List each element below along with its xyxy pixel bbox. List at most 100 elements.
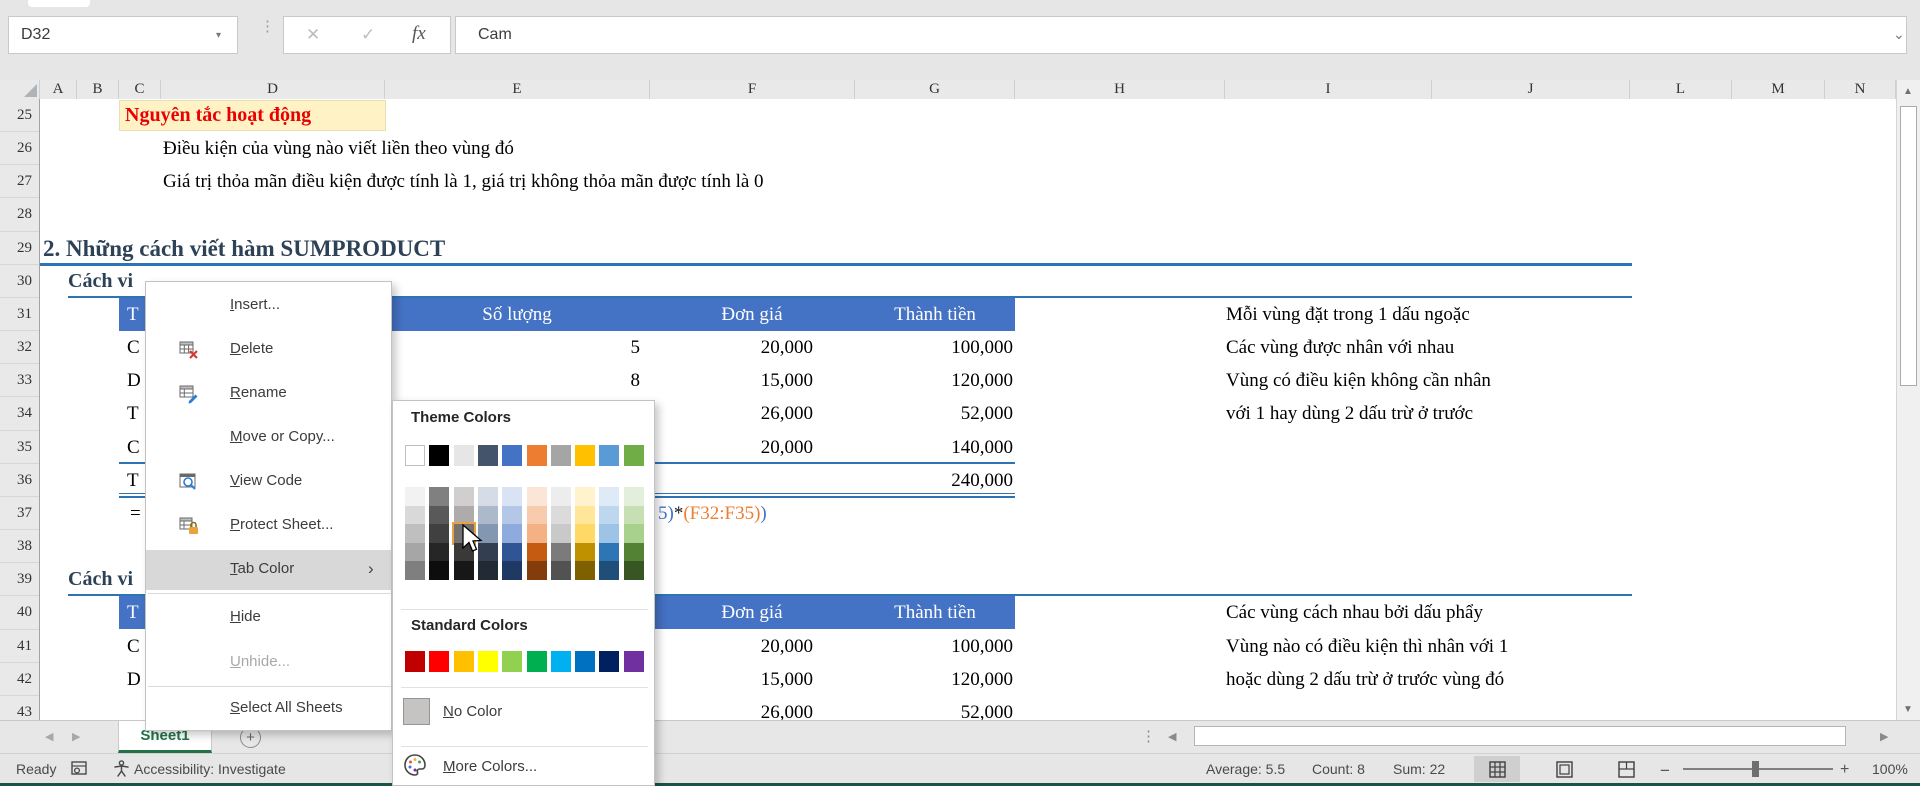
select-all-corner[interactable] [0, 80, 40, 99]
theme-color-swatch[interactable] [405, 445, 425, 466]
standard-color-swatch[interactable] [405, 651, 425, 672]
theme-variant-swatch[interactable] [575, 542, 596, 562]
column-header-F[interactable]: F [650, 80, 855, 99]
horizontal-scroll-thumb[interactable] [1194, 726, 1846, 746]
tab-nav-left-icon[interactable]: ◀ [45, 730, 53, 743]
row-header-39[interactable]: 39 [0, 563, 39, 597]
status-accessibility[interactable]: Accessibility: Investigate [134, 761, 286, 777]
theme-variant-swatch[interactable] [405, 487, 425, 506]
row-header-29[interactable]: 29 [0, 232, 39, 265]
column-header-E[interactable]: E [385, 80, 650, 99]
theme-variant-swatch[interactable] [599, 487, 620, 506]
scroll-up-icon[interactable]: ▲ [1903, 86, 1913, 97]
column-header-D[interactable]: D [161, 80, 385, 99]
menu-item-hide[interactable]: Hide [146, 598, 391, 638]
theme-variant-swatch[interactable] [453, 561, 474, 580]
column-header-C[interactable]: C [119, 80, 161, 99]
row-header-30[interactable]: 30 [0, 265, 39, 298]
row-header-42[interactable]: 42 [0, 663, 39, 696]
hscroll-right-icon[interactable]: ▶ [1880, 730, 1888, 743]
theme-variant-swatch[interactable] [526, 505, 547, 525]
zoom-level[interactable]: 100% [1872, 761, 1908, 777]
column-header-A[interactable]: A [40, 80, 77, 99]
theme-variant-swatch[interactable] [599, 524, 620, 543]
column-header-B[interactable]: B [77, 80, 119, 99]
theme-variant-swatch[interactable] [575, 505, 596, 525]
standard-color-swatch[interactable] [526, 651, 547, 672]
standard-color-swatch[interactable] [623, 651, 644, 672]
standard-color-swatch[interactable] [599, 651, 620, 672]
theme-variant-swatch[interactable] [502, 505, 523, 525]
theme-variant-swatch[interactable] [526, 542, 547, 562]
theme-variant-swatch[interactable] [453, 505, 474, 525]
row-header-32[interactable]: 32 [0, 331, 39, 365]
theme-variant-swatch[interactable] [429, 561, 450, 580]
vertical-scrollbar[interactable]: ▲ ▼ [1896, 80, 1920, 720]
theme-variant-swatch[interactable] [526, 561, 547, 580]
theme-variant-swatch[interactable] [502, 542, 523, 562]
insert-function-icon[interactable]: fx [412, 23, 426, 45]
theme-variant-swatch[interactable] [623, 542, 644, 562]
enter-icon[interactable]: ✓ [361, 25, 375, 45]
theme-variant-swatch[interactable] [575, 487, 596, 506]
theme-variant-swatch[interactable] [623, 505, 644, 525]
theme-variant-swatch[interactable] [599, 561, 620, 580]
more-colors-item[interactable]: More Colors... [443, 758, 537, 775]
theme-color-swatch[interactable] [477, 445, 498, 466]
row-header-33[interactable]: 33 [0, 364, 39, 398]
menu-item-rename[interactable]: Rename [146, 374, 391, 414]
hscroll-left-icon[interactable]: ◀ [1168, 730, 1176, 743]
theme-variant-swatch[interactable] [623, 487, 644, 506]
menu-item-protect-sheet[interactable]: Protect Sheet... [146, 506, 391, 546]
theme-color-swatch[interactable] [502, 445, 523, 466]
scroll-down-icon[interactable]: ▼ [1903, 704, 1913, 715]
row-header-40[interactable]: 40 [0, 596, 39, 630]
standard-color-swatch[interactable] [453, 651, 474, 672]
view-page-break-icon[interactable] [1618, 761, 1635, 778]
theme-color-swatch[interactable] [623, 445, 644, 466]
theme-variant-swatch[interactable] [599, 542, 620, 562]
row-header-43[interactable]: 43 [0, 696, 39, 720]
theme-color-swatch[interactable] [575, 445, 596, 466]
theme-variant-swatch[interactable] [405, 505, 425, 525]
theme-color-swatch[interactable] [429, 445, 450, 466]
theme-variant-swatch[interactable] [575, 561, 596, 580]
column-header-L[interactable]: L [1630, 80, 1732, 99]
accessibility-icon[interactable] [112, 759, 131, 778]
standard-color-swatch[interactable] [502, 651, 523, 672]
theme-variant-swatch[interactable] [429, 542, 450, 562]
name-box[interactable]: D32 [8, 16, 238, 54]
menu-item-move-or-copy[interactable]: Move or Copy... [146, 418, 391, 458]
menu-item-view-code[interactable]: View Code [146, 462, 391, 502]
theme-variant-swatch[interactable] [550, 505, 571, 525]
row-header-34[interactable]: 34 [0, 397, 39, 431]
menu-item-delete[interactable]: Delete [146, 330, 391, 370]
scrollbar-divider-grip-icon[interactable]: ⋮ [1141, 727, 1156, 745]
theme-variant-swatch[interactable] [599, 505, 620, 525]
theme-variant-swatch[interactable] [623, 524, 644, 543]
no-color-swatch[interactable] [403, 698, 430, 725]
row-header-41[interactable]: 41 [0, 630, 39, 663]
theme-color-swatch[interactable] [453, 445, 474, 466]
theme-variant-swatch[interactable] [429, 487, 450, 506]
row-header-36[interactable]: 36 [0, 464, 39, 497]
theme-variant-swatch[interactable] [405, 561, 425, 580]
status-mode[interactable]: Ready [16, 761, 56, 777]
formula-bar-grip-icon[interactable]: ⋮ [260, 19, 275, 34]
theme-variant-swatch[interactable] [405, 524, 425, 543]
standard-color-swatch[interactable] [550, 651, 571, 672]
theme-variant-swatch[interactable] [405, 542, 425, 562]
standard-color-swatch[interactable] [575, 651, 596, 672]
theme-variant-swatch[interactable] [575, 524, 596, 543]
theme-variant-swatch[interactable] [477, 487, 498, 506]
view-normal-icon[interactable] [1489, 761, 1506, 778]
formula-bar-expand-icon[interactable]: ⌄ [1893, 26, 1905, 43]
menu-item-unhide[interactable]: Unhide... [146, 643, 391, 683]
tab-nav-right-icon[interactable]: ▶ [72, 730, 80, 743]
row-header-31[interactable]: 31 [0, 298, 39, 332]
row-header-27[interactable]: 27 [0, 165, 39, 199]
theme-variant-swatch[interactable] [550, 487, 571, 506]
formula-input[interactable]: Cam [455, 16, 1907, 54]
no-color-item[interactable]: No Color [443, 703, 502, 720]
theme-variant-swatch[interactable] [550, 561, 571, 580]
